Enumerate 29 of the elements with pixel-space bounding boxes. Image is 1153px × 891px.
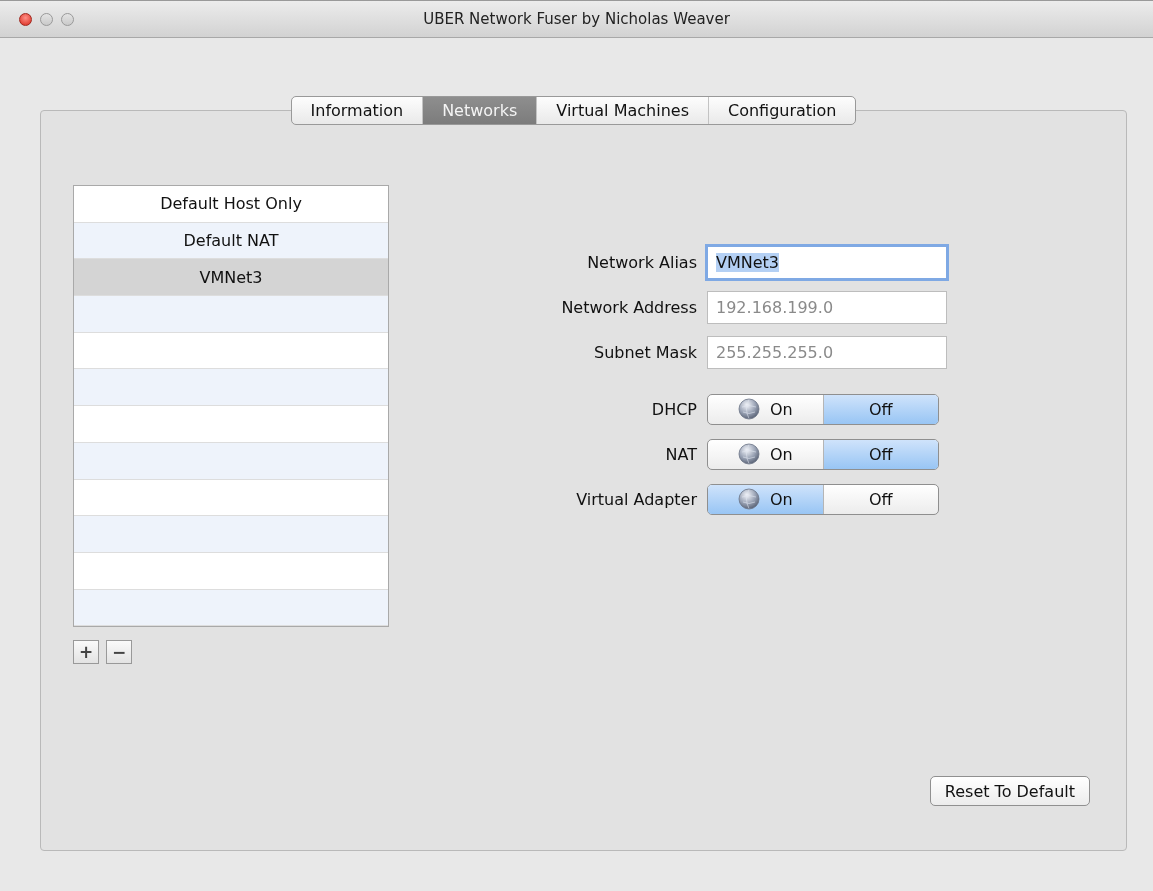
segment-button[interactable]: On xyxy=(708,394,823,424)
tab[interactable]: Virtual Machines xyxy=(536,97,708,124)
network-list-item[interactable]: VMNet3 xyxy=(74,259,388,297)
globe-icon xyxy=(737,443,760,465)
toggle-label: Virtual Adapter xyxy=(575,489,698,509)
minimize-icon[interactable] xyxy=(40,12,53,26)
network-list-item[interactable]: Default NAT xyxy=(74,222,388,260)
field-label: Subnet Mask xyxy=(593,342,698,362)
text-field[interactable]: VMNet3 xyxy=(707,245,947,279)
zoom-icon[interactable] xyxy=(61,12,74,26)
window-title: UBER Network Fuser by Nicholas Weaver xyxy=(423,10,730,28)
toggle-label: DHCP xyxy=(650,399,698,419)
close-icon[interactable] xyxy=(19,12,32,26)
segment-button[interactable]: Off xyxy=(822,439,938,469)
field-label: Network Alias xyxy=(586,252,698,272)
reset-to-default-button[interactable]: Reset To Default xyxy=(929,776,1090,806)
globe-icon xyxy=(737,398,760,420)
globe-icon xyxy=(737,488,760,510)
toggle-label: NAT xyxy=(664,444,698,464)
field-label: Network Address xyxy=(560,297,698,317)
segment-button[interactable]: Off xyxy=(822,394,938,424)
add-button[interactable]: + xyxy=(73,640,99,665)
segment-button[interactable]: Off xyxy=(822,484,938,514)
segment-button[interactable]: On xyxy=(708,484,823,514)
remove-button[interactable]: − xyxy=(106,640,132,665)
tab[interactable]: Information xyxy=(291,97,423,124)
tab[interactable]: Configuration xyxy=(707,97,856,124)
network-list-item[interactable]: Default Host Only xyxy=(74,186,388,223)
segment-button[interactable]: On xyxy=(708,439,823,469)
